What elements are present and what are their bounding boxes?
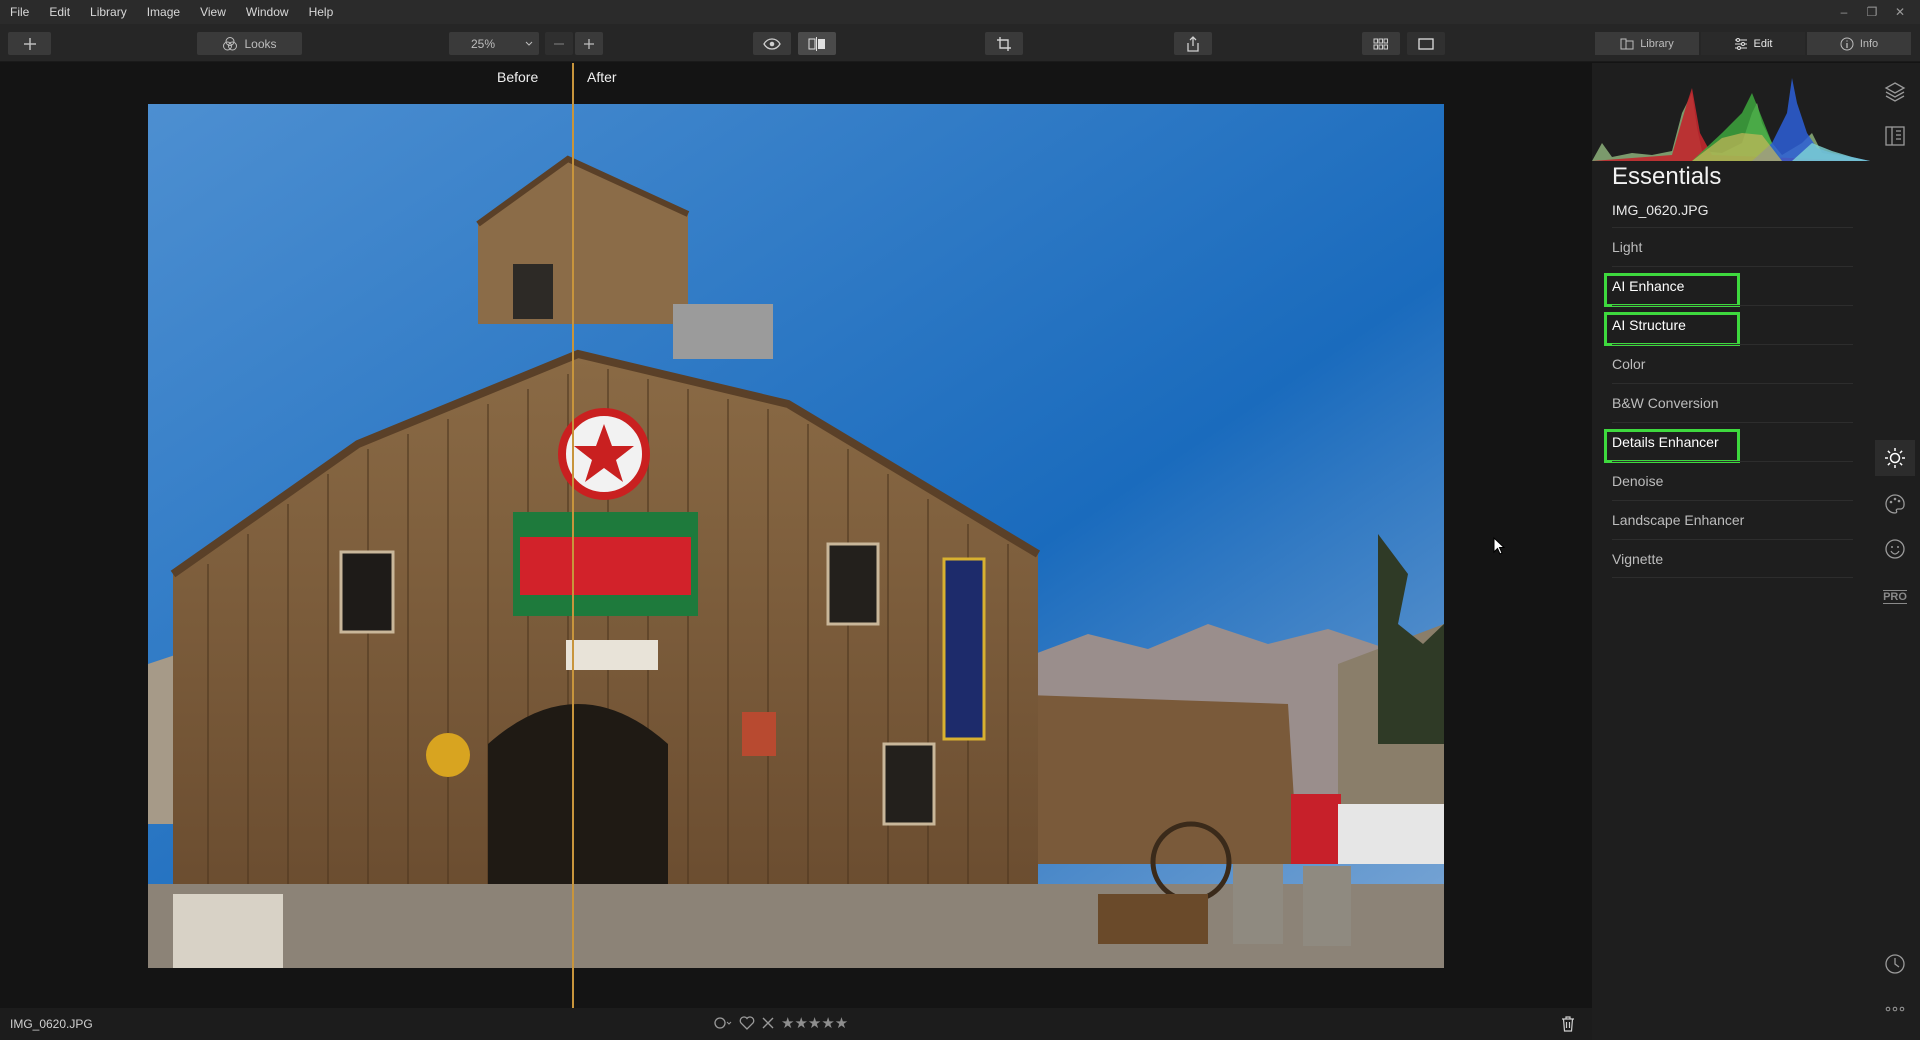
heart-icon[interactable] <box>739 1016 755 1030</box>
filter-light[interactable]: Light <box>1612 227 1853 266</box>
share-button[interactable] <box>1174 32 1212 55</box>
sun-icon <box>1885 448 1905 468</box>
tab-library[interactable]: Library <box>1595 32 1699 55</box>
rating-area: ★★★★★ <box>713 1014 848 1032</box>
menu-help[interactable]: Help <box>299 0 344 24</box>
minus-icon <box>554 42 564 45</box>
sliders-icon <box>1734 37 1747 50</box>
trash-icon[interactable] <box>1561 1016 1575 1032</box>
edit-panel: △ △ Essentials IMG_0620.JPG Light AI Enh… <box>1592 63 1870 1040</box>
photo[interactable] <box>148 104 1444 968</box>
menu-bar: File Edit Library Image View Window Help… <box>0 0 1920 24</box>
split-compare-icon <box>808 36 825 51</box>
star-rating[interactable]: ★★★★★ <box>781 1014 848 1032</box>
status-filename: IMG_0620.JPG <box>10 1017 93 1031</box>
filter-label: Denoise <box>1612 473 1664 489</box>
status-bar: IMG_0620.JPG ★★★★★ <box>0 1008 1592 1040</box>
presets-panel-icon[interactable] <box>1884 125 1906 147</box>
panel-filename: IMG_0620.JPG <box>1612 202 1709 218</box>
barn-photo-illustration <box>148 104 1444 968</box>
pro-tab[interactable]: PRO <box>1882 586 1908 608</box>
filter-label: Light <box>1612 239 1643 255</box>
menu-window[interactable]: Window <box>236 0 299 24</box>
plus-icon <box>23 37 36 50</box>
toolbar: Looks 25% Library Edit Info <box>0 24 1920 62</box>
library-icon <box>1620 38 1634 49</box>
preview-button[interactable] <box>753 32 791 55</box>
grid-icon <box>1373 38 1388 49</box>
filter-label: Landscape Enhancer <box>1612 512 1745 528</box>
menu-view[interactable]: View <box>190 0 236 24</box>
looks-icon <box>223 36 238 50</box>
palette-icon[interactable] <box>1884 493 1906 515</box>
tool-icon-strip: PRO <box>1870 63 1920 1040</box>
histogram <box>1592 73 1870 161</box>
info-icon <box>1840 37 1854 50</box>
chevron-down-icon <box>525 41 533 46</box>
more-options-icon[interactable] <box>1884 998 1906 1020</box>
compare-button[interactable] <box>798 32 836 55</box>
filter-color[interactable]: Color <box>1612 344 1853 383</box>
filter-vignette[interactable]: Vignette <box>1612 539 1853 578</box>
filter-ai-structure[interactable]: AI Structure <box>1604 305 1853 346</box>
filter-denoise[interactable]: Denoise <box>1612 461 1853 500</box>
mouse-cursor-icon <box>1493 537 1505 555</box>
mode-tabs: Library Edit Info <box>1595 32 1911 55</box>
panel-title: Essentials <box>1612 163 1722 190</box>
window-controls: – ❐ ✕ <box>1830 0 1914 24</box>
before-label: Before <box>497 69 539 85</box>
history-icon[interactable] <box>1884 953 1906 975</box>
after-label: After <box>587 69 617 85</box>
portrait-face-icon[interactable] <box>1884 538 1906 560</box>
menu-library[interactable]: Library <box>80 0 137 24</box>
filter-label: Vignette <box>1612 551 1664 567</box>
tab-library-label: Library <box>1640 37 1674 50</box>
tab-info-label: Info <box>1859 37 1879 50</box>
layers-icon[interactable] <box>1884 80 1906 102</box>
filter-label: AI Structure <box>1612 317 1686 333</box>
close-icon[interactable]: ✕ <box>1886 5 1914 19</box>
add-image-button[interactable] <box>8 32 51 55</box>
tab-edit[interactable]: Edit <box>1701 32 1805 55</box>
zoom-out-button[interactable] <box>545 32 573 55</box>
crop-button[interactable] <box>985 32 1023 55</box>
filter-label: AI Enhance <box>1612 278 1685 294</box>
color-label-icon[interactable] <box>713 1016 733 1030</box>
filter-landscape-enhancer[interactable]: Landscape Enhancer <box>1612 500 1853 539</box>
filter-list: Light AI Enhance AI Structure Color B&W … <box>1604 227 1853 578</box>
crop-icon <box>997 36 1011 51</box>
filter-label: Color <box>1612 356 1646 372</box>
eye-icon <box>763 37 781 50</box>
restore-icon[interactable]: ❐ <box>1858 5 1886 19</box>
filter-label: B&W Conversion <box>1612 395 1719 411</box>
essentials-tab[interactable] <box>1875 440 1915 476</box>
menu-file[interactable]: File <box>0 0 39 24</box>
grid-view-button[interactable] <box>1362 32 1400 55</box>
zoom-value: 25% <box>471 36 496 51</box>
before-after-split-handle[interactable] <box>572 63 574 1008</box>
filter-label: Details Enhancer <box>1612 434 1719 450</box>
plus-icon <box>584 38 594 49</box>
tab-edit-label: Edit <box>1753 37 1773 50</box>
menu-image[interactable]: Image <box>137 0 190 24</box>
filter-bw-conversion[interactable]: B&W Conversion <box>1612 383 1853 422</box>
filter-details-enhancer[interactable]: Details Enhancer <box>1604 422 1853 463</box>
zoom-in-button[interactable] <box>575 32 603 55</box>
single-view-button[interactable] <box>1407 32 1445 55</box>
minimize-icon[interactable]: – <box>1830 5 1858 19</box>
pro-label: PRO <box>1883 590 1907 604</box>
tab-info[interactable]: Info <box>1807 32 1911 55</box>
reject-icon[interactable] <box>761 1016 775 1030</box>
single-image-icon <box>1418 37 1434 50</box>
image-canvas[interactable]: Before After <box>0 63 1592 1008</box>
looks-label: Looks <box>244 36 277 51</box>
menu-edit[interactable]: Edit <box>39 0 80 24</box>
zoom-select[interactable]: 25% <box>449 32 539 55</box>
looks-button[interactable]: Looks <box>197 32 302 55</box>
filter-ai-enhance[interactable]: AI Enhance <box>1604 266 1853 307</box>
share-icon <box>1187 35 1199 52</box>
